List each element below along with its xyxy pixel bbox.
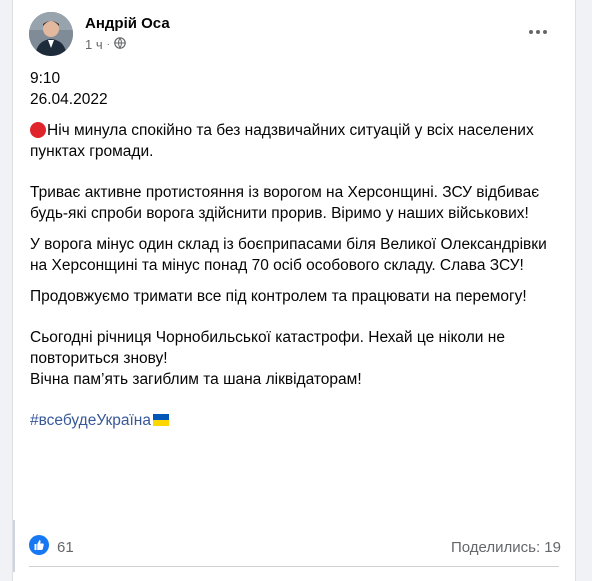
post-paragraph-2: Триває активне протистояння із ворогом н… — [30, 184, 540, 222]
post-paragraph-5: Сьогодні річниця Чорнобильської катастро… — [30, 329, 505, 367]
meta-separator: · — [106, 39, 110, 50]
post-card: Андрій Оса 1 ч · 9:10 26.04.2022 Ніч мин… — [12, 0, 576, 581]
reactions-summary[interactable]: 61 — [29, 535, 74, 559]
post-paragraph-6: Вічна пам’ять загиблим та шана ліквідато… — [30, 371, 362, 388]
post-paragraph-3: У ворога мінус один склад із боєприпасам… — [30, 236, 547, 274]
post-paragraph-1: Ніч минула спокійно та без надзвичайних … — [30, 122, 534, 160]
like-reaction-icon — [29, 535, 49, 559]
post-time-ago[interactable]: 1 ч — [85, 37, 103, 52]
more-options-icon[interactable] — [523, 20, 553, 44]
hashtag-link[interactable]: #всебудеУкраїна — [30, 412, 151, 429]
author-name[interactable]: Андрій Оса — [85, 15, 170, 32]
footer-divider — [29, 566, 559, 567]
post-meta: 1 ч · — [85, 37, 126, 52]
post-date: 26.04.2022 — [30, 91, 108, 108]
post-footer: 61 Поделились: 19 — [29, 534, 561, 560]
globe-icon — [114, 37, 126, 52]
avatar[interactable] — [29, 12, 73, 56]
post-header: Андрій Оса 1 ч · — [29, 10, 559, 58]
shares-count[interactable]: Поделились: 19 — [451, 539, 561, 556]
red-circle-icon — [30, 122, 46, 138]
reaction-count: 61 — [57, 538, 74, 556]
post-body: 9:10 26.04.2022 Ніч минула спокійно та б… — [30, 68, 565, 431]
post-time: 9:10 — [30, 70, 61, 87]
left-accent-bar — [13, 520, 15, 572]
ukraine-flag-icon — [152, 411, 169, 426]
post-paragraph-4: Продовжуємо тримати все під контролем та… — [30, 288, 527, 305]
hashtag-line: #всебудеУкраїна — [30, 410, 565, 431]
